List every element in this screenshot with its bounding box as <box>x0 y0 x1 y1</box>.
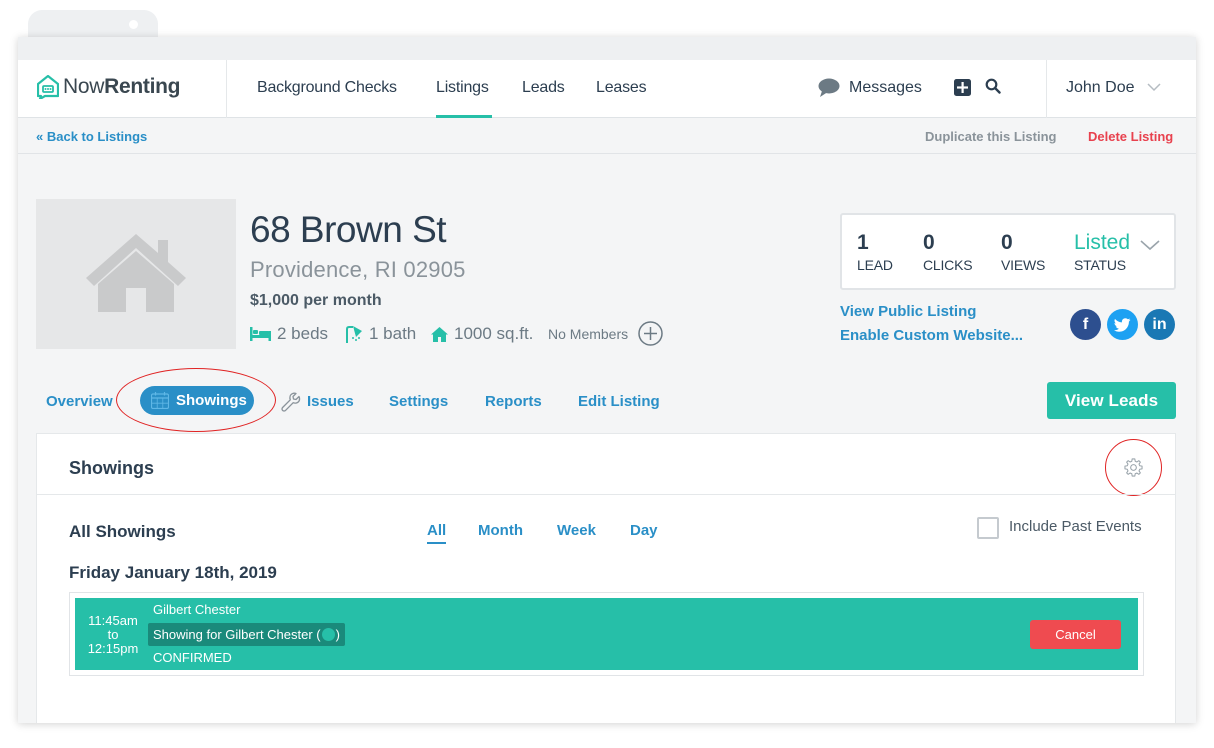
tab-settings[interactable]: Settings <box>389 393 448 410</box>
filter-month[interactable]: Month <box>478 522 523 539</box>
panel-divider <box>37 494 1175 495</box>
status-label: STATUS <box>1074 257 1126 273</box>
messages-label: Messages <box>849 78 922 96</box>
event-time: 11:45am to 12:15pm <box>87 614 139 656</box>
views-label: VIEWS <box>1001 257 1046 273</box>
tab-dot <box>129 20 138 29</box>
sqft-feature: 1000 sq.ft. <box>431 324 533 344</box>
nav-listings[interactable]: Listings <box>436 79 489 97</box>
status-dropdown[interactable]: Listed <box>1074 231 1130 255</box>
chat-bubble-icon <box>818 78 840 97</box>
listing-stats-box: 1 LEAD 0 CLICKS 0 VIEWS Listed STATUS <box>840 213 1176 290</box>
lead-count: 1 <box>857 231 869 254</box>
event-description: Showing for Gilbert Chester ( ) <box>148 623 345 646</box>
linkedin-share-button[interactable]: in <box>1144 309 1175 340</box>
app-window: NowRenting Background Checks Listings Le… <box>18 37 1196 723</box>
user-menu-name[interactable]: John Doe <box>1066 79 1135 97</box>
members-label: No Members <box>548 326 629 342</box>
event-attendee: Gilbert Chester <box>153 602 241 617</box>
event-time-end: 12:15pm <box>87 641 139 656</box>
clicks-count: 0 <box>923 231 935 254</box>
bath-feature: 1 bath <box>345 324 416 344</box>
filter-active-underline <box>427 542 446 544</box>
home-icon <box>431 326 448 342</box>
window-top-strip <box>18 37 1196 60</box>
include-past-events-checkbox[interactable] <box>977 517 999 539</box>
listing-city-state-zip: Providence, RI 02905 <box>250 257 466 282</box>
facebook-share-button[interactable]: f <box>1070 309 1101 340</box>
event-description-text: Showing for Gilbert Chester ( <box>153 627 321 642</box>
filter-day[interactable]: Day <box>630 522 658 539</box>
add-member-icon[interactable] <box>638 321 663 346</box>
view-public-listing-link[interactable]: View Public Listing <box>840 303 976 320</box>
showing-event-card[interactable]: 11:45am to 12:15pm Gilbert Chester Showi… <box>75 598 1138 670</box>
event-description-close: ) <box>335 627 340 642</box>
status-chevron-down-icon[interactable] <box>1140 239 1160 251</box>
include-past-events-label[interactable]: Include Past Events <box>1009 518 1142 535</box>
nav-divider-right <box>1046 60 1047 118</box>
cancel-showing-button[interactable]: Cancel <box>1030 620 1121 649</box>
all-showings-heading: All Showings <box>69 522 176 541</box>
filter-week[interactable]: Week <box>557 522 596 539</box>
wrench-icon[interactable] <box>281 392 301 412</box>
view-leads-button[interactable]: View Leads <box>1047 382 1176 419</box>
twitter-icon <box>1114 317 1131 332</box>
annotation-circle-showings <box>116 368 276 432</box>
beds-feature: 2 beds <box>250 324 328 344</box>
house-placeholder-icon <box>86 234 186 312</box>
annotation-circle-gear <box>1105 439 1162 496</box>
date-heading: Friday January 18th, 2019 <box>69 563 277 582</box>
event-time-start: 11:45am <box>88 613 138 628</box>
filter-all[interactable]: All <box>427 522 446 539</box>
logo-house-icon <box>37 75 59 99</box>
search-icon[interactable] <box>985 78 1001 94</box>
delete-listing-link[interactable]: Delete Listing <box>1088 129 1173 144</box>
tab-issues[interactable]: Issues <box>307 393 354 410</box>
nav-leases[interactable]: Leases <box>596 79 647 97</box>
views-count: 0 <box>1001 231 1013 254</box>
tab-reports[interactable]: Reports <box>485 393 542 410</box>
twitter-share-button[interactable] <box>1107 309 1138 340</box>
showings-panel: Showings All Showings All Month Week Day… <box>36 433 1176 723</box>
panel-title: Showings <box>69 458 154 478</box>
add-plus-icon[interactable] <box>954 79 971 96</box>
listing-action-bar: « Back to Listings Duplicate this Listin… <box>18 119 1196 154</box>
top-navbar: NowRenting Background Checks Listings Le… <box>18 60 1196 118</box>
sqft-label: 1000 sq.ft. <box>454 324 534 343</box>
bed-icon <box>250 327 271 341</box>
enable-custom-website-link[interactable]: Enable Custom Website... <box>840 327 1023 344</box>
logo[interactable]: NowRenting <box>37 73 180 101</box>
messages-button[interactable]: Messages <box>818 78 922 97</box>
beds-label: 2 beds <box>277 324 329 343</box>
facebook-icon: f <box>1082 315 1089 333</box>
linkedin-icon: in <box>1152 315 1167 333</box>
tab-overview[interactable]: Overview <box>46 393 113 410</box>
event-status: CONFIRMED <box>153 650 232 665</box>
tab-edit-listing[interactable]: Edit Listing <box>578 393 660 410</box>
nav-active-indicator <box>436 115 492 118</box>
shower-icon <box>346 325 362 343</box>
back-to-listings-link[interactable]: « Back to Listings <box>36 129 147 144</box>
logo-text: NowRenting <box>63 75 181 98</box>
lead-label: LEAD <box>857 257 893 273</box>
nav-leads[interactable]: Leads <box>522 79 565 97</box>
status-dot-icon <box>321 628 335 641</box>
listing-price: $1,000 per month <box>250 292 382 309</box>
clicks-label: CLICKS <box>923 257 973 273</box>
listing-photo-placeholder[interactable] <box>36 199 236 349</box>
baths-label: 1 bath <box>369 324 417 343</box>
nav-divider <box>226 60 227 118</box>
event-time-separator: to <box>107 627 119 642</box>
nav-background-checks[interactable]: Background Checks <box>257 79 397 97</box>
duplicate-listing-link[interactable]: Duplicate this Listing <box>925 129 1056 144</box>
listing-address: 68 Brown St <box>250 209 447 250</box>
chevron-down-icon[interactable] <box>1147 82 1161 92</box>
